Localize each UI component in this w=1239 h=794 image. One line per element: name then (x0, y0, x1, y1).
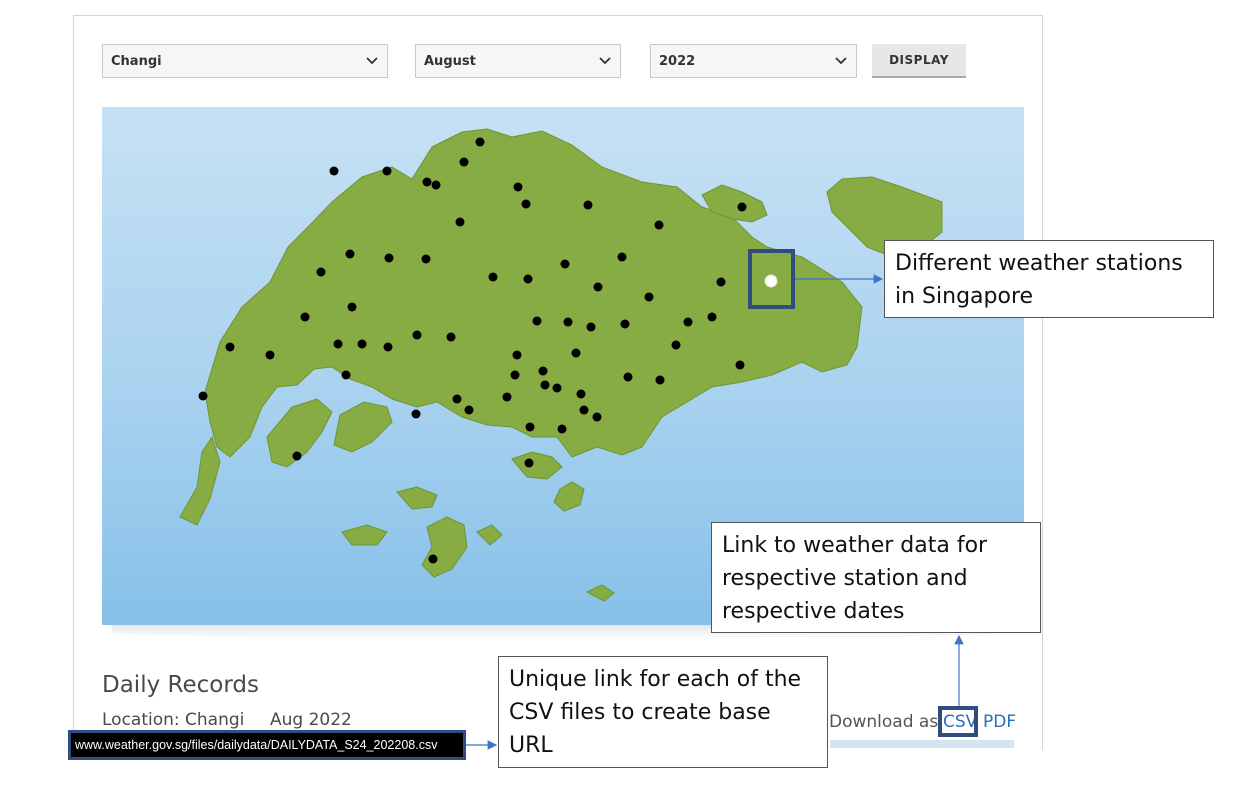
annotation-arrows (466, 274, 964, 750)
